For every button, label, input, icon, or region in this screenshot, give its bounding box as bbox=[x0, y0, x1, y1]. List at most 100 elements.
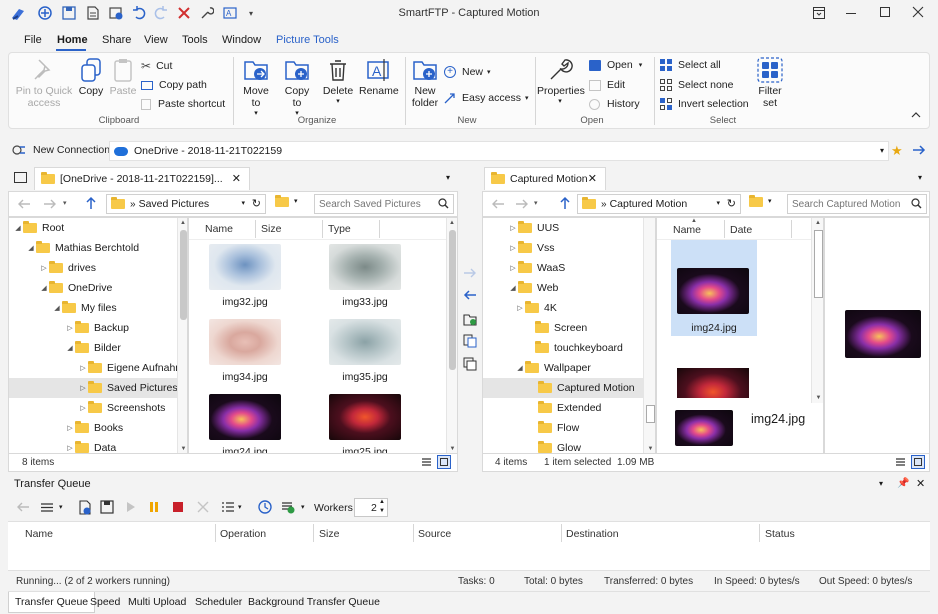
left-path-box[interactable]: » Saved Pictures ▾ ↻ bbox=[106, 194, 266, 214]
tab-picture-tools[interactable]: Picture Tools bbox=[276, 34, 339, 46]
select-none-button[interactable]: Select none bbox=[660, 79, 733, 91]
tree-row-selected[interactable]: ▷ Saved Pictures bbox=[9, 378, 178, 398]
collapse-icon[interactable]: ▷ bbox=[78, 404, 88, 412]
history-dropdown-icon[interactable]: ▾ bbox=[63, 199, 67, 207]
expand-icon[interactable]: ◢ bbox=[39, 284, 49, 292]
properties-button[interactable]: Properties ▾ bbox=[537, 57, 585, 105]
queue-verify-dropdown-icon[interactable]: ▾ bbox=[301, 503, 305, 511]
right-search-box[interactable] bbox=[787, 194, 927, 214]
sync-folder-icon[interactable] bbox=[463, 312, 477, 326]
new-folder-button[interactable]: New folder bbox=[409, 57, 441, 109]
select-all-button[interactable]: Select all bbox=[660, 59, 721, 71]
left-tabs-dropdown-icon[interactable]: ▾ bbox=[446, 173, 450, 182]
maximize-button[interactable] bbox=[880, 7, 890, 17]
expand-icon[interactable]: ◢ bbox=[65, 344, 75, 352]
scroll-down-icon[interactable]: ▼ bbox=[178, 446, 187, 452]
file-item-partial[interactable] bbox=[677, 368, 749, 398]
collapse-icon[interactable]: ▷ bbox=[65, 324, 75, 332]
tree-row[interactable]: Glow bbox=[538, 438, 581, 453]
rename-button[interactable]: A Rename bbox=[359, 57, 399, 97]
collapse-icon[interactable]: ▷ bbox=[508, 264, 518, 272]
refresh-icon[interactable]: ↻ bbox=[252, 197, 261, 210]
favorite-star-icon[interactable]: ★ bbox=[891, 143, 903, 159]
copy-path-button[interactable]: Copy path bbox=[141, 79, 207, 91]
tab-file[interactable]: File bbox=[24, 34, 42, 46]
collapse-icon[interactable]: ▷ bbox=[39, 264, 49, 272]
stepper-up-icon[interactable]: ▲ bbox=[379, 499, 385, 505]
invert-selection-button[interactable]: Invert selection bbox=[660, 98, 749, 110]
go-arrow-icon[interactable] bbox=[912, 143, 926, 157]
collapse-icon[interactable]: ▷ bbox=[508, 244, 518, 252]
copy-to-button[interactable]: Copy to ▾ bbox=[280, 57, 314, 117]
col-size[interactable]: Size bbox=[319, 528, 339, 540]
files-scrollbar[interactable]: ▲ ▼ bbox=[811, 218, 823, 403]
expand-icon[interactable]: ◢ bbox=[13, 224, 23, 232]
left-search-box[interactable] bbox=[314, 194, 454, 214]
panel-menu-icon[interactable] bbox=[14, 172, 27, 183]
right-tabs-dropdown-icon[interactable]: ▾ bbox=[918, 173, 922, 182]
collapse-icon[interactable]: ▷ bbox=[515, 304, 525, 312]
queue-close-icon[interactable]: ✕ bbox=[916, 477, 925, 490]
tree-scrollbar[interactable]: ▲ ▼ bbox=[177, 218, 187, 453]
left-search-input[interactable] bbox=[315, 195, 433, 213]
easy-access-button[interactable]: Easy access ▾ bbox=[444, 92, 528, 104]
col-size[interactable]: Size bbox=[261, 223, 281, 235]
up-arrow-icon[interactable] bbox=[559, 196, 571, 210]
expand-icon[interactable]: ◢ bbox=[26, 244, 36, 252]
workers-stepper[interactable]: 2 ▲ ▼ bbox=[354, 498, 388, 517]
tree-scrollbar[interactable]: ▼ bbox=[643, 218, 655, 453]
col-status[interactable]: Status bbox=[765, 528, 795, 540]
collapse-icon[interactable]: ▷ bbox=[78, 384, 88, 392]
cut-button[interactable]: ✂ Cut bbox=[141, 59, 172, 73]
search-icon[interactable] bbox=[911, 198, 922, 209]
history-dropdown-icon[interactable]: ▾ bbox=[534, 199, 538, 207]
col-name[interactable]: Name bbox=[205, 223, 233, 235]
copy-button[interactable]: Copy bbox=[75, 57, 107, 97]
file-item-selected[interactable]: img24.jpg bbox=[671, 240, 757, 336]
tree-row[interactable]: Extended bbox=[538, 398, 601, 418]
transfer-left-icon[interactable] bbox=[463, 289, 477, 301]
details-view-icon[interactable] bbox=[895, 457, 906, 468]
col-type[interactable]: Type bbox=[328, 223, 351, 235]
tab-window[interactable]: Window bbox=[222, 34, 261, 46]
search-icon[interactable] bbox=[438, 198, 449, 209]
tab-home[interactable]: Home bbox=[57, 34, 88, 46]
open-button[interactable]: Open ▾ bbox=[589, 59, 642, 71]
collapse-icon[interactable]: ▷ bbox=[65, 424, 75, 432]
tree-row[interactable]: ▷ 4K bbox=[515, 298, 557, 318]
queue-verify-icon[interactable] bbox=[281, 500, 295, 514]
tree-row[interactable]: touchkeyboard bbox=[525, 338, 623, 358]
scroll-thumb[interactable] bbox=[813, 230, 823, 298]
scroll-thumb[interactable] bbox=[645, 405, 655, 423]
queue-list-icon[interactable] bbox=[221, 501, 235, 513]
queue-list-dropdown-icon[interactable]: ▾ bbox=[238, 503, 242, 511]
tab-multi-upload[interactable]: Multi Upload bbox=[128, 596, 186, 608]
left-tab-close-icon[interactable]: ✕ bbox=[232, 172, 241, 185]
tab-share[interactable]: Share bbox=[102, 34, 131, 46]
tab-transfer-queue[interactable]: Transfer Queue bbox=[8, 592, 96, 613]
tree-row-selected[interactable]: Captured Motion bbox=[483, 378, 643, 398]
tree-row[interactable]: ▷ Screenshots bbox=[78, 398, 165, 418]
tree-row[interactable]: ▷ Vss bbox=[508, 238, 555, 258]
tab-tools[interactable]: Tools bbox=[182, 34, 208, 46]
files-scrollbar[interactable]: ▲ ▼ bbox=[446, 218, 457, 453]
collapse-icon[interactable]: ▷ bbox=[78, 364, 88, 372]
right-filter-button[interactable]: ▾ bbox=[749, 195, 772, 207]
scroll-down-icon[interactable]: ▼ bbox=[812, 395, 823, 401]
tree-row[interactable]: ◢ Mathias Berchtold bbox=[26, 238, 139, 258]
tree-row[interactable]: ▷ WaaS bbox=[508, 258, 565, 278]
right-path-box[interactable]: » Captured Motion ▾ ↻ bbox=[577, 194, 741, 214]
queue-menu-icon[interactable] bbox=[40, 502, 54, 513]
stepper-down-icon[interactable]: ▼ bbox=[379, 508, 385, 514]
col-name[interactable]: Name bbox=[25, 528, 53, 540]
ribbon-toggle-icon[interactable] bbox=[813, 7, 825, 19]
tab-speed[interactable]: Speed bbox=[90, 596, 120, 608]
new-item-button[interactable]: + New ▾ bbox=[444, 66, 491, 78]
left-filter-button[interactable]: ▾ bbox=[275, 195, 298, 207]
tree-row[interactable]: ◢ Root bbox=[13, 218, 64, 238]
details-view-icon[interactable] bbox=[421, 457, 432, 468]
scroll-up-icon[interactable]: ▲ bbox=[447, 220, 457, 226]
right-tab-close-icon[interactable]: ✕ bbox=[588, 172, 597, 185]
expand-icon[interactable]: ◢ bbox=[515, 364, 525, 372]
queue-schedule-icon[interactable] bbox=[258, 500, 272, 514]
